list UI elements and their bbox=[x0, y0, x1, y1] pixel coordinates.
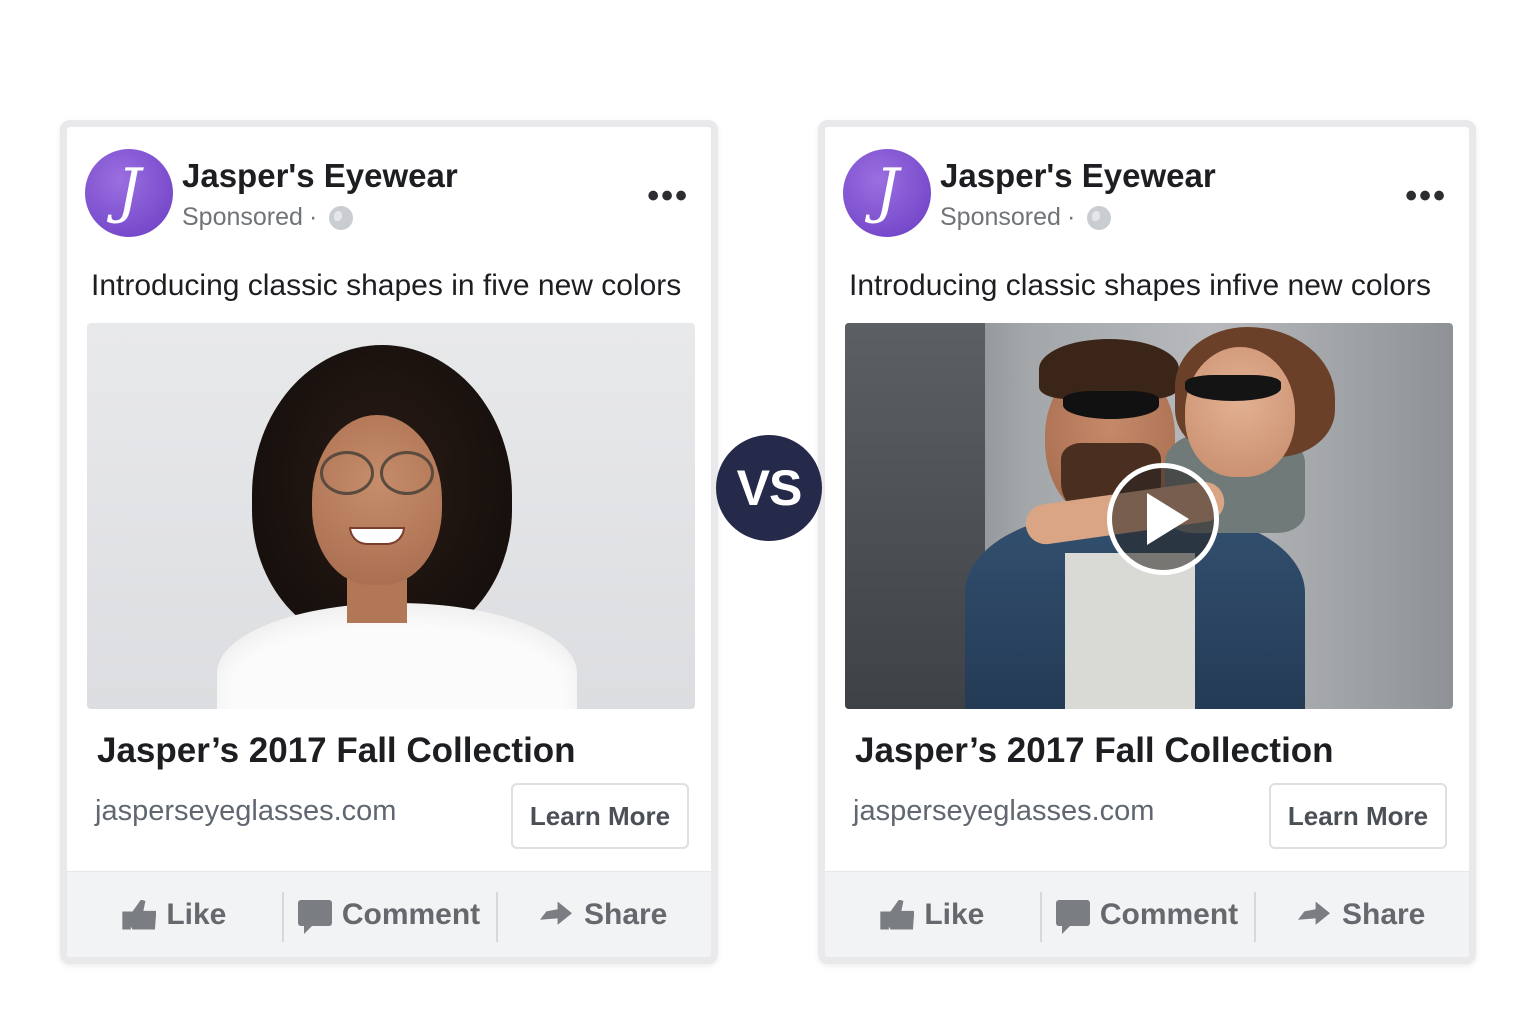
share-icon bbox=[1297, 900, 1332, 930]
share-label: Share bbox=[1341, 897, 1426, 931]
learn-more-button[interactable]: Learn More bbox=[1269, 783, 1447, 849]
thumbs-up-icon bbox=[122, 899, 157, 930]
avatar[interactable]: J bbox=[85, 149, 173, 237]
ad-domain: jasperseyeglasses.com bbox=[853, 795, 1155, 827]
ad-card-left: J Jasper's Eyewear Sponsored · ••• Intro… bbox=[60, 120, 718, 964]
play-triangle bbox=[1147, 493, 1189, 545]
ad-card-right: J Jasper's Eyewear Sponsored · ••• Intro… bbox=[818, 120, 1476, 964]
comment-label: Comment bbox=[1099, 897, 1239, 931]
post-caption: Introducing classic shapes in five new c… bbox=[91, 269, 682, 302]
like-label: Like bbox=[924, 897, 985, 931]
page-name[interactable]: Jasper's Eyewear bbox=[940, 157, 1216, 195]
woman-face bbox=[1185, 347, 1295, 477]
comment-label: Comment bbox=[341, 897, 481, 931]
avatar[interactable]: J bbox=[843, 149, 931, 237]
logo-letter: J bbox=[874, 156, 900, 226]
ad-domain: jasperseyeglasses.com bbox=[95, 795, 397, 827]
more-options-icon[interactable]: ••• bbox=[1405, 179, 1447, 213]
vs-badge: VS bbox=[716, 435, 822, 541]
sponsored-row: Sponsored · bbox=[182, 203, 354, 232]
page-name[interactable]: Jasper's Eyewear bbox=[182, 157, 458, 195]
action-bar: Like Comment Share bbox=[67, 871, 711, 957]
ad-headline[interactable]: Jasper’s 2017 Fall Collection bbox=[97, 731, 576, 771]
share-label: Share bbox=[583, 897, 668, 931]
sponsored-label: Sponsored bbox=[182, 203, 303, 231]
play-button-icon[interactable] bbox=[1107, 463, 1219, 575]
eyeglasses bbox=[320, 451, 434, 495]
share-button[interactable]: Share bbox=[1254, 872, 1469, 957]
sponsored-label: Sponsored bbox=[940, 203, 1061, 231]
comment-button[interactable]: Comment bbox=[281, 872, 497, 957]
street-background bbox=[845, 323, 985, 709]
ad-headline[interactable]: Jasper’s 2017 Fall Collection bbox=[855, 731, 1334, 771]
globe-icon bbox=[329, 205, 354, 230]
logo-letter: J bbox=[116, 156, 142, 226]
comment-button[interactable]: Comment bbox=[1039, 872, 1255, 957]
comment-icon bbox=[297, 899, 332, 934]
comment-icon bbox=[1055, 899, 1090, 934]
man-hair bbox=[1039, 339, 1179, 399]
man-shirt bbox=[1065, 553, 1195, 709]
post-header: J Jasper's Eyewear Sponsored · ••• bbox=[85, 149, 693, 239]
like-button[interactable]: Like bbox=[67, 872, 282, 957]
like-label: Like bbox=[166, 897, 227, 931]
globe-icon bbox=[1087, 205, 1112, 230]
share-icon bbox=[539, 900, 574, 930]
action-bar: Like Comment Share bbox=[825, 871, 1469, 957]
like-button[interactable]: Like bbox=[825, 872, 1040, 957]
more-options-icon[interactable]: ••• bbox=[647, 179, 689, 213]
share-button[interactable]: Share bbox=[496, 872, 711, 957]
learn-more-button[interactable]: Learn More bbox=[511, 783, 689, 849]
ad-video[interactable]: ✕ bbox=[845, 323, 1453, 709]
separator-dot: · bbox=[308, 203, 318, 231]
post-header: J Jasper's Eyewear Sponsored · ••• bbox=[843, 149, 1451, 239]
post-caption: Introducing classic shapes infive new co… bbox=[849, 269, 1431, 302]
thumbs-up-icon bbox=[880, 899, 915, 930]
ad-photo[interactable]: ✔ bbox=[87, 323, 695, 709]
sponsored-row: Sponsored · bbox=[940, 203, 1112, 232]
sunglasses bbox=[1185, 375, 1281, 401]
woman-face bbox=[312, 415, 442, 585]
separator-dot: · bbox=[1066, 203, 1076, 231]
sunglasses bbox=[1063, 391, 1159, 419]
